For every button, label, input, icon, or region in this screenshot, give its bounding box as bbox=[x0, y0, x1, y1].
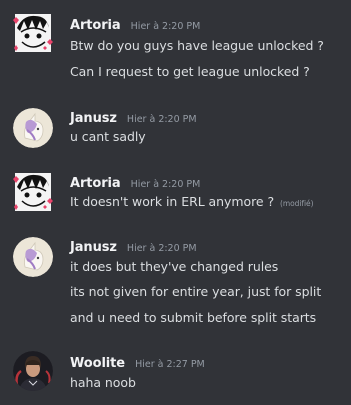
janusz-avatar-icon[interactable] bbox=[13, 108, 53, 148]
message-timestamp[interactable]: Hier à 2:20 PM bbox=[127, 243, 197, 254]
edited-indicator[interactable]: (modifié) bbox=[280, 199, 314, 208]
message-header: Woolite Hier à 2:27 PM bbox=[70, 352, 205, 372]
message-group-woolite: Woolite Hier à 2:27 PM haha noob bbox=[0, 345, 351, 405]
message-timestamp[interactable]: Hier à 2:20 PM bbox=[131, 21, 201, 32]
author-name[interactable]: Artoria bbox=[70, 176, 121, 191]
message-text: and u need to submit before split starts bbox=[70, 310, 317, 325]
message-header: Artoria Hier à 2:20 PM bbox=[70, 14, 200, 34]
author-name[interactable]: Artoria bbox=[70, 18, 121, 33]
message-text: its not given for entire year, just for … bbox=[70, 284, 322, 299]
chat-message-list: { "messages": [ { "author": "Artoria", "… bbox=[0, 0, 351, 405]
message-text: it does but they've changed rules bbox=[70, 259, 279, 274]
message-text-content: It doesn't work in ERL anymore ? bbox=[70, 194, 278, 209]
message-text: Btw do you guys have league unlocked ? bbox=[70, 38, 324, 53]
message-text: u cant sadly bbox=[70, 129, 146, 144]
author-name[interactable]: Janusz bbox=[70, 240, 117, 255]
author-name[interactable]: Janusz bbox=[70, 111, 117, 126]
message-group-janusz-2: Janusz Hier à 2:20 PM it does but they'v… bbox=[0, 230, 351, 330]
woolite-avatar-icon[interactable] bbox=[13, 351, 53, 391]
janusz-avatar-icon[interactable] bbox=[13, 237, 53, 277]
message-header: Janusz Hier à 2:20 PM bbox=[70, 107, 197, 127]
message-group-artoria-1: Artoria Hier à 2:20 PM Btw do you guys h… bbox=[0, 0, 351, 90]
artoria-avatar-icon[interactable] bbox=[13, 171, 53, 211]
message-group-janusz-1: Janusz Hier à 2:20 PM u cant sadly bbox=[0, 100, 351, 150]
message-header: Janusz Hier à 2:20 PM bbox=[70, 236, 197, 256]
message-text: Can I request to get league unlocked ? bbox=[70, 64, 310, 79]
message-timestamp[interactable]: Hier à 2:20 PM bbox=[127, 114, 197, 125]
message-timestamp[interactable]: Hier à 2:20 PM bbox=[131, 179, 201, 190]
message-text: It doesn't work in ERL anymore ? (modifi… bbox=[70, 194, 314, 209]
artoria-avatar-icon[interactable] bbox=[13, 12, 53, 52]
author-name[interactable]: Woolite bbox=[70, 356, 125, 371]
message-text: haha noob bbox=[70, 375, 136, 390]
message-timestamp[interactable]: Hier à 2:27 PM bbox=[135, 359, 205, 370]
message-group-artoria-2: Artoria Hier à 2:20 PM It doesn't work i… bbox=[0, 165, 351, 215]
message-header: Artoria Hier à 2:20 PM bbox=[70, 172, 200, 192]
